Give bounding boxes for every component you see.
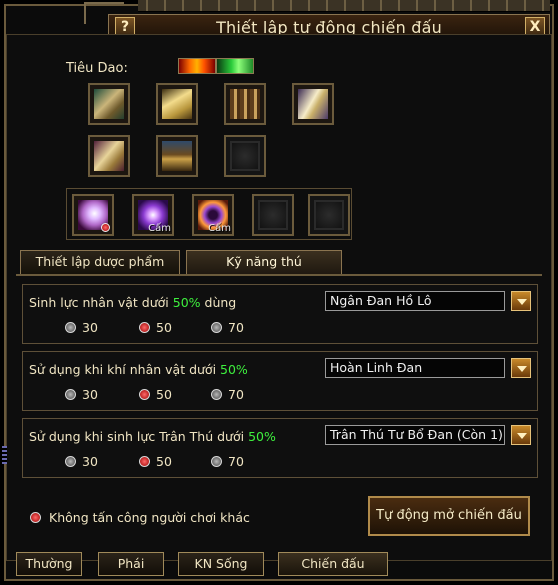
empty-slot-icon — [314, 200, 344, 230]
setting-label: Sử dụng khi khí nhân vật dưới 50% — [29, 362, 248, 377]
radio-30[interactable]: 30 — [65, 454, 98, 469]
chevron-down-icon[interactable] — [511, 425, 531, 445]
tab-pet-skills[interactable]: Kỹ năng thú — [186, 250, 342, 274]
book-icon — [162, 89, 192, 119]
radio-70[interactable]: 70 — [211, 320, 244, 335]
scroll-icon — [94, 89, 124, 119]
auto-combat-button[interactable]: Tự động mở chiến đấu — [368, 496, 530, 536]
radio-30[interactable]: 30 — [65, 320, 98, 335]
skill-slot-orb[interactable]: Cấm — [192, 194, 234, 236]
top-ornament — [138, 0, 550, 12]
radio-on-icon — [30, 512, 41, 523]
chevron-down-icon[interactable] — [511, 291, 531, 311]
tab-medicine-settings[interactable]: Thiết lập dược phẩm — [20, 250, 180, 274]
chest-icon — [162, 141, 192, 171]
forbidden-badge: Cấm — [208, 223, 231, 234]
radio-off-icon — [65, 389, 76, 400]
potion-select[interactable]: Hoàn Linh Đan — [325, 358, 505, 378]
tab-faction[interactable]: Phái — [98, 552, 164, 576]
tab-divider — [16, 274, 542, 276]
scroll-icon — [94, 141, 124, 171]
map-icon — [230, 89, 260, 119]
setting-row-hp: Sinh lực nhân vật dưới 50% dùng 30 50 70… — [22, 284, 538, 344]
radio-off-icon — [211, 322, 222, 333]
radio-70[interactable]: 70 — [211, 387, 244, 402]
forbidden-badge: Cấm — [148, 223, 171, 234]
radio-off-icon — [65, 322, 76, 333]
fire-bar-icon — [178, 58, 216, 74]
setting-row-mana: Sử dụng khi khí nhân vật dưới 50% 30 50 … — [22, 351, 538, 411]
radio-50[interactable]: 50 — [139, 454, 172, 469]
no-attack-checkbox[interactable]: Không tấn công người chơi khác — [30, 510, 250, 525]
radio-50[interactable]: 50 — [139, 320, 172, 335]
green-bar-icon — [216, 58, 254, 74]
radio-on-icon — [139, 389, 150, 400]
item-slot-scroll[interactable] — [88, 83, 130, 125]
setting-label: Sinh lực nhân vật dưới 50% dùng — [29, 295, 237, 310]
setting-row-pet-hp: Sử dụng khi sinh lực Trân Thú dưới 50% 3… — [22, 418, 538, 478]
radio-on-icon — [139, 322, 150, 333]
potion-select[interactable]: Trân Thú Tư Bổ Đan (Còn 1) — [325, 425, 505, 445]
side-marker — [2, 446, 7, 464]
potion-select[interactable]: Ngân Đan Hồ Lô — [325, 291, 505, 311]
skill-slot-empty[interactable] — [252, 194, 294, 236]
empty-slot-icon — [258, 200, 288, 230]
tieu-dao-label: Tiêu Dao: — [66, 61, 128, 76]
radio-50[interactable]: 50 — [139, 387, 172, 402]
skill-slot-empty[interactable] — [308, 194, 350, 236]
item-slot-map[interactable] — [224, 83, 266, 125]
tab-life-skills[interactable]: KN Sống — [178, 552, 264, 576]
item-slot-empty[interactable] — [224, 135, 266, 177]
tab-normal[interactable]: Thường — [16, 552, 82, 576]
item-slot-scroll[interactable] — [88, 135, 130, 177]
active-indicator-icon — [101, 223, 110, 232]
radio-on-icon — [139, 456, 150, 467]
scroll-icon — [298, 89, 328, 119]
item-slot-scroll[interactable] — [292, 83, 334, 125]
radio-off-icon — [211, 389, 222, 400]
tab-combat[interactable]: Chiến đấu — [278, 552, 388, 576]
radio-off-icon — [65, 456, 76, 467]
skill-slot-burst[interactable]: Cấm — [132, 194, 174, 236]
item-slot-chest[interactable] — [156, 135, 198, 177]
radio-off-icon — [211, 456, 222, 467]
radio-30[interactable]: 30 — [65, 387, 98, 402]
skill-slot-feather[interactable] — [72, 194, 114, 236]
item-slot-book[interactable] — [156, 83, 198, 125]
setting-label: Sử dụng khi sinh lực Trân Thú dưới 50% — [29, 429, 276, 444]
empty-slot-icon — [230, 141, 260, 171]
chevron-down-icon[interactable] — [511, 358, 531, 378]
radio-70[interactable]: 70 — [211, 454, 244, 469]
no-attack-label: Không tấn công người chơi khác — [49, 510, 250, 525]
